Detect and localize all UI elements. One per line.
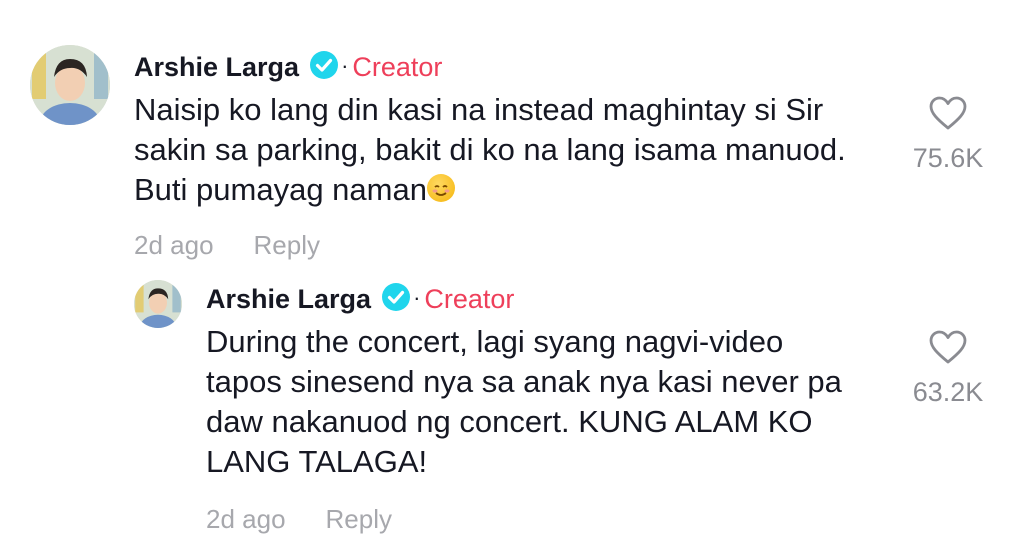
comment-line: sakin sa parking, bakit di ko na lang is… <box>134 132 846 167</box>
comment-username[interactable]: Arshie Larga <box>134 52 299 83</box>
comment-text: Naisip ko lang din kasi na instead maghi… <box>134 90 846 210</box>
like-count: 75.6K <box>912 143 984 173</box>
comment-line-text: Buti pumayag naman <box>134 172 427 207</box>
avatar[interactable] <box>134 280 182 328</box>
separator-dot: · <box>341 52 349 78</box>
reply-button[interactable]: Reply <box>254 230 320 261</box>
comment-timestamp: 2d ago <box>134 230 214 260</box>
heart-outline-icon <box>929 330 967 364</box>
comment-line: During the concert, lagi syang nagvi-vid… <box>206 324 784 359</box>
comment-line: Naisip ko lang din kasi na instead maghi… <box>134 92 824 127</box>
like-count: 63.2K <box>912 377 984 407</box>
creator-badge: Creator <box>352 52 443 82</box>
avatar[interactable] <box>30 45 110 125</box>
comment-timestamp: 2d ago <box>206 504 286 534</box>
comment-text: During the concert, lagi syang nagvi-vid… <box>206 322 842 482</box>
reply-button[interactable]: Reply <box>326 504 392 535</box>
heart-outline-icon <box>929 96 967 130</box>
like-button[interactable]: 75.6K <box>900 96 996 174</box>
comment-line: daw nakanuod ng concert. KUNG ALAM KO <box>206 404 813 439</box>
comment-line: Buti pumayag naman <box>134 170 846 210</box>
separator-dot: · <box>413 284 421 310</box>
creator-badge: Creator <box>424 284 515 314</box>
comment-line: tapos sinesend nya sa anak nya kasi neve… <box>206 364 842 399</box>
comment-username[interactable]: Arshie Larga <box>206 284 371 315</box>
comment-line: LANG TALAGA! <box>206 444 428 479</box>
like-button[interactable]: 63.2K <box>900 330 996 408</box>
verified-badge-icon <box>309 50 339 85</box>
verified-badge-icon <box>381 282 411 317</box>
smiling-face-emoji-icon <box>426 174 455 202</box>
